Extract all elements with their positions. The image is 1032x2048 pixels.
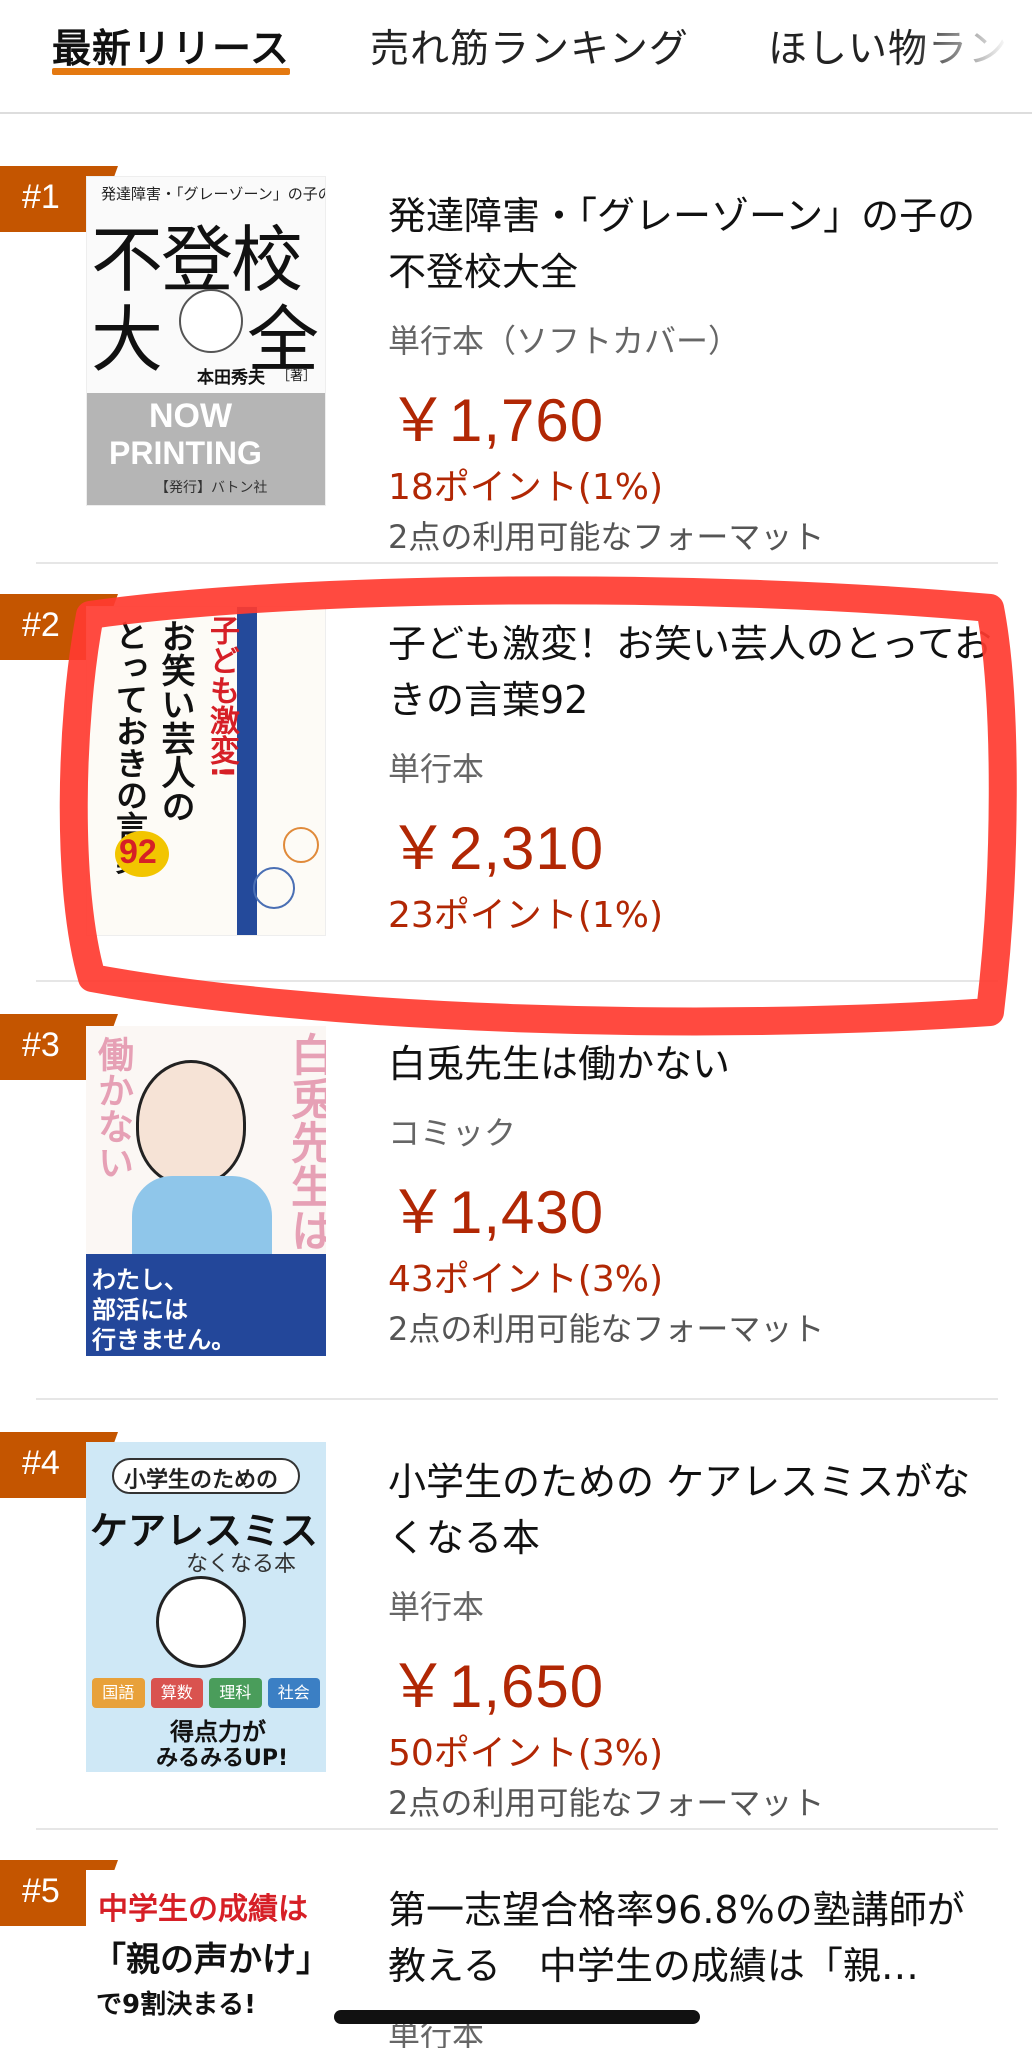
product-points: 43ポイント(3%) [388, 1259, 664, 1300]
subject-tag: 社会 [267, 1678, 320, 1708]
subject-tag: 国語 [92, 1678, 145, 1708]
product-price: ￥1,650 [388, 1653, 605, 1720]
subject-tag: 算数 [150, 1678, 203, 1708]
product-title[interactable]: 第一志望合格率96.8%の塾講師が教える 中学生の成績は「親… [388, 1882, 998, 1994]
product-price: ￥1,430 [388, 1179, 605, 1246]
child-illustration [156, 1576, 246, 1668]
product-title[interactable]: 小学生のための ケアレスミスがなくなる本 [388, 1454, 998, 1566]
character-illustration [136, 1060, 246, 1186]
product-title[interactable]: 白兎先生は働かない [388, 1036, 998, 1092]
product-format: 単行本 [388, 1588, 485, 1626]
book-cover-4[interactable]: 小学生のための ケアレスミス なくなる本 国語 算数 理科 社会 得点力が みる… [86, 1442, 326, 1772]
product-format: コミック [388, 1114, 517, 1152]
book-cover-5[interactable]: 中学生の成績は 「親の声かけ」 で9割決まる! [86, 1870, 326, 2048]
divider [36, 1398, 998, 1400]
book-cover-3[interactable]: 白兎先生は 働かない わたし、 部活には 行きません。 [86, 1026, 326, 1356]
subject-tag: 理科 [209, 1678, 262, 1708]
divider [36, 1828, 998, 1830]
available-formats-link[interactable]: 2点の利用可能なフォーマット [388, 1778, 824, 1824]
subject-tags: 国語 算数 理科 社会 [92, 1678, 320, 1708]
highlight-annotation [59, 576, 1017, 1036]
product-points: 50ポイント(3%) [388, 1733, 664, 1774]
home-indicator[interactable] [334, 2010, 700, 2024]
available-formats-link[interactable]: 2点の利用可能なフォーマット [388, 1304, 824, 1350]
